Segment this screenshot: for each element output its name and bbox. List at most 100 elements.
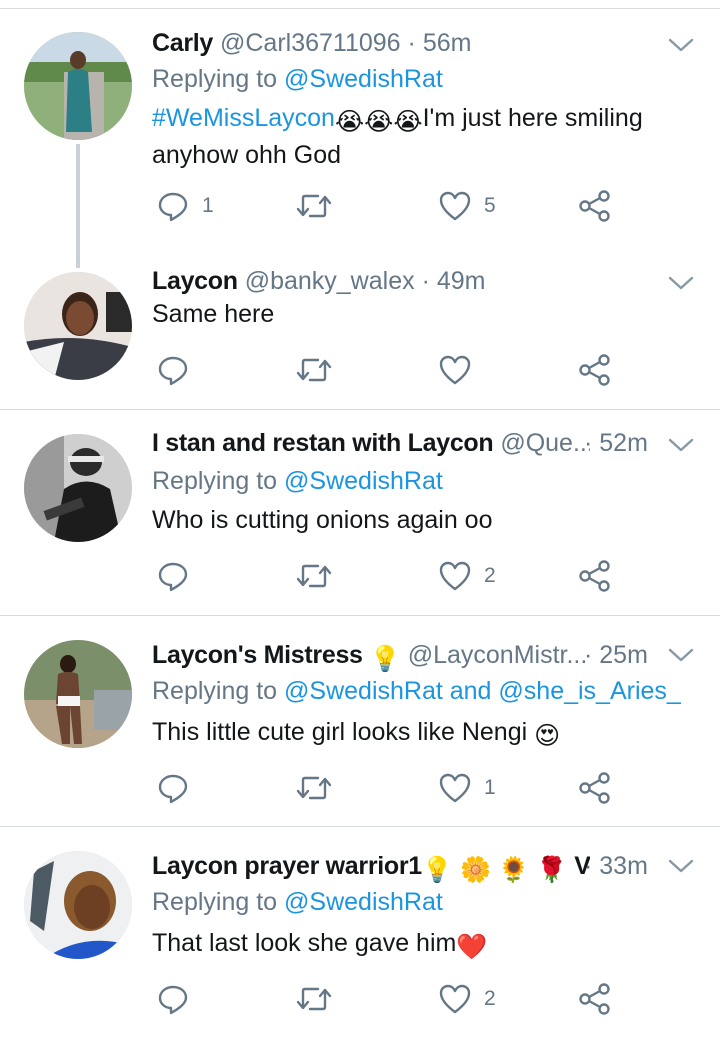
share-button[interactable]	[578, 770, 612, 806]
avatar[interactable]	[24, 851, 132, 959]
tweet-mistress[interactable]: Laycon's Mistress 💡 @LayconMistr... · 25…	[0, 616, 720, 826]
tweet-actions: 2	[152, 981, 622, 1017]
replying-to: Replying to @SwedishRat and @she_is_Arie…	[152, 674, 681, 708]
reply-button[interactable]	[156, 352, 202, 388]
display-name[interactable]: Carly	[152, 29, 213, 57]
retweet-button[interactable]	[296, 558, 344, 594]
like-button[interactable]: 2	[438, 981, 496, 1017]
tweet-body: This little cute girl looks like Nengi	[152, 718, 528, 746]
share-button[interactable]	[578, 981, 612, 1017]
reply-icon	[158, 356, 188, 386]
user-handle[interactable]: @LayconMistr...	[408, 641, 588, 669]
share-button[interactable]	[578, 352, 612, 388]
tweet-prayer-warrior[interactable]: Laycon prayer warrior1💡 🌼 🌻 🌹 Vi... · 33…	[0, 827, 720, 1037]
replying-to: Replying to @SwedishRat	[152, 62, 443, 96]
retweet-icon	[296, 194, 332, 218]
reply-to-link[interactable]: @SwedishRat	[284, 467, 443, 495]
share-icon	[579, 772, 610, 804]
avatar-photo-icon	[24, 434, 132, 542]
like-button[interactable]: 5	[438, 188, 496, 224]
retweet-button[interactable]	[296, 352, 344, 388]
hashtag-link[interactable]: #WeMissLaycon	[152, 104, 335, 132]
tweet-time: · 33m	[584, 849, 660, 883]
heart-icon	[439, 191, 471, 221]
separator-dot: ·	[407, 29, 416, 57]
tweet-text: That last look she gave him❤️	[152, 927, 672, 964]
reply-to-link[interactable]: @SwedishRat	[284, 888, 443, 916]
reply-count: 1	[202, 194, 214, 217]
share-button[interactable]	[578, 188, 612, 224]
chevron-down-icon[interactable]	[666, 851, 696, 881]
avatar-photo-icon	[24, 32, 132, 140]
avatar[interactable]	[24, 272, 132, 380]
timestamp[interactable]: 25m	[599, 641, 648, 669]
replying-to: Replying to @SwedishRat	[152, 885, 443, 919]
tweet-header: I stan and restan with Laycon @Que...	[152, 426, 590, 460]
user-handle[interactable]: @banky_walex	[245, 267, 415, 295]
avatar[interactable]	[24, 640, 132, 748]
retweet-button[interactable]	[296, 188, 344, 224]
user-handle[interactable]: @Carl36711096	[220, 29, 401, 57]
tweet-time: · 52m	[584, 426, 660, 460]
red-heart-emoji-icon: ❤️	[456, 933, 488, 961]
timestamp[interactable]: 49m	[437, 267, 486, 295]
reply-to-link[interactable]: @SwedishRat	[284, 65, 443, 93]
retweet-icon	[296, 564, 332, 588]
reply-prefix: Replying to	[152, 467, 278, 495]
reply-button[interactable]: 1	[156, 188, 214, 224]
like-count: 2	[484, 564, 496, 587]
heart-icon	[439, 355, 471, 385]
chevron-down-icon[interactable]	[666, 30, 696, 60]
reply-to-link[interactable]: @SwedishRat and @she_is_Aries_	[284, 677, 681, 705]
thread-line	[76, 144, 80, 268]
timestamp[interactable]: 56m	[423, 29, 472, 57]
avatar[interactable]	[24, 32, 132, 140]
timestamp[interactable]: 33m	[599, 852, 648, 880]
tweet-stan[interactable]: I stan and restan with Laycon @Que... · …	[0, 410, 720, 615]
tweet-header: Laycon's Mistress 💡 @LayconMistr...	[152, 638, 590, 672]
reply-prefix: Replying to	[152, 888, 278, 916]
tweet-body: That last look she gave him	[152, 929, 457, 957]
tweet-actions	[152, 352, 622, 388]
heart-icon	[439, 561, 471, 591]
reply-button[interactable]	[156, 558, 202, 594]
tweet-header: Laycon prayer warrior1💡 🌼 🌻 🌹 Vi...	[152, 849, 590, 883]
avatar[interactable]	[24, 434, 132, 542]
retweet-icon	[296, 987, 332, 1011]
user-handle[interactable]: @Que...	[500, 429, 590, 457]
chevron-down-icon[interactable]	[666, 640, 696, 670]
rose-emoji-icon: 🌹	[536, 856, 568, 883]
reply-icon	[158, 985, 188, 1015]
display-name[interactable]: Laycon's Mistress	[152, 641, 363, 669]
heart-icon	[439, 984, 471, 1014]
chevron-down-icon[interactable]	[666, 430, 696, 460]
display-name[interactable]: I stan and restan with Laycon	[152, 429, 494, 457]
tweet-carly[interactable]: Carly @Carl36711096 · 56m Replying to @S…	[0, 10, 720, 408]
lightbulb-emoji-icon: 💡	[369, 645, 401, 672]
avatar-photo-icon	[24, 851, 132, 959]
reply-button[interactable]	[156, 770, 202, 806]
tweet-actions: 1	[152, 770, 622, 806]
like-button[interactable]: 1	[438, 770, 496, 806]
like-button[interactable]	[438, 352, 484, 388]
share-button[interactable]	[578, 558, 612, 594]
tweet-header: Laycon @banky_walex · 49m	[152, 264, 660, 298]
tweet-body: Same here	[152, 300, 275, 328]
timestamp[interactable]: 52m	[599, 429, 648, 457]
share-icon	[579, 983, 610, 1015]
reply-icon	[158, 562, 188, 592]
chevron-down-icon[interactable]	[666, 268, 696, 298]
like-button[interactable]: 2	[438, 558, 496, 594]
share-icon	[579, 560, 610, 592]
display-name[interactable]: Laycon prayer warrior1	[152, 852, 422, 880]
separator-dot: ·	[584, 429, 593, 457]
display-name[interactable]: Laycon	[152, 267, 238, 295]
retweet-button[interactable]	[296, 770, 344, 806]
share-icon	[579, 354, 610, 386]
retweet-button[interactable]	[296, 981, 344, 1017]
tweet-text: This little cute girl looks like Nengi 😍	[152, 716, 672, 753]
reply-icon	[158, 774, 188, 804]
reply-button[interactable]	[156, 981, 202, 1017]
avatar-photo-icon	[24, 272, 132, 380]
tweet-body: Who is cutting onions again oo	[152, 506, 493, 534]
